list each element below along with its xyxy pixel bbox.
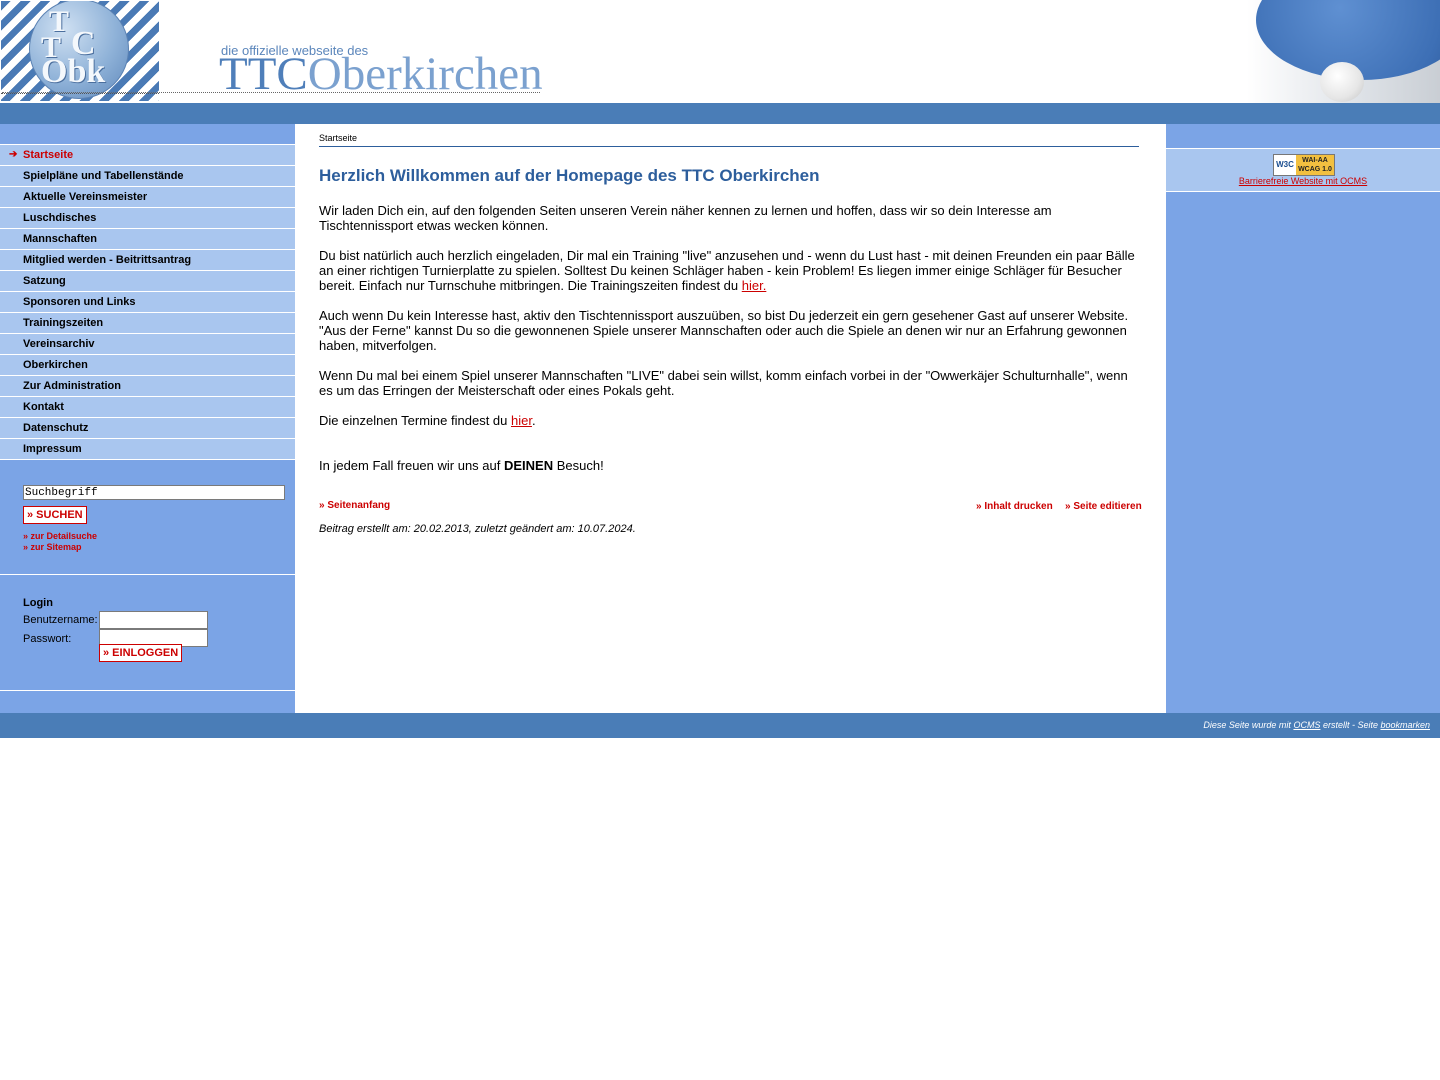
guest-paragraph: Auch wenn Du kein Interesse hast, aktiv … — [319, 308, 1129, 353]
nav-item-label: Mannschaften — [23, 233, 97, 245]
closing-end: Besuch! — [553, 458, 604, 473]
nav-item-mannschaften[interactable]: Mannschaften — [0, 229, 295, 250]
nav-item-administration[interactable]: Zur Administration — [0, 376, 295, 397]
page-top-link[interactable]: » Seitenanfang — [319, 500, 390, 511]
footer-bar: Diese Seite wurde mit OCMS erstellt - Se… — [0, 713, 1440, 738]
training-text: Du bist natürlich auch herzlich eingelad… — [319, 248, 1135, 293]
search-input[interactable] — [23, 485, 285, 500]
bookmark-link[interactable]: bookmarken — [1380, 720, 1430, 730]
nav-item-datenschutz[interactable]: Datenschutz — [0, 418, 295, 439]
detail-search-link[interactable]: » zur Detailsuche — [23, 531, 97, 541]
username-label: Benutzername: — [23, 614, 98, 626]
nav-item-sponsoren[interactable]: Sponsoren und Links — [0, 292, 295, 313]
right-header-strip — [1166, 124, 1440, 149]
search-panel: » SUCHEN » zur Detailsuche » zur Sitemap — [0, 459, 295, 575]
closing-text: In jedem Fall freuen wir uns auf — [319, 458, 504, 473]
password-label: Passwort: — [23, 633, 72, 645]
nav-item-oberkirchen[interactable]: Oberkirchen — [0, 355, 295, 376]
accessibility-link[interactable]: Barrierefreie Website mit OCMS — [1166, 176, 1440, 186]
logo-dotted-line — [1, 93, 159, 94]
login-title: Login — [23, 597, 53, 609]
nav-item-vereinsarchiv[interactable]: Vereinsarchiv — [0, 334, 295, 355]
termine-text: Die einzelnen Termine findest du — [319, 413, 511, 428]
login-button[interactable]: » EINLOGGEN — [99, 644, 183, 662]
main-navigation: ➔ Startseite Spielpläne und Tabellenständ… — [0, 145, 295, 460]
left-sidebar: ➔ Startseite Spielpläne und Tabellenständ… — [0, 124, 295, 713]
club-logo[interactable]: T T C Obk — [1, 1, 159, 101]
site-header: T T C Obk die offizielle webseite des TT… — [0, 0, 1440, 103]
training-paragraph: Du bist natürlich auch herzlich eingelad… — [319, 248, 1141, 293]
wcag-text: WCAG 1.0 — [1298, 166, 1332, 173]
closing-bold: DEINEN — [503, 458, 554, 473]
wai-text: WAI-AA — [1302, 157, 1328, 164]
w3c-logo: W3C — [1276, 160, 1294, 169]
nav-item-label: Startseite — [23, 149, 74, 161]
sitemap-link[interactable]: » zur Sitemap — [23, 542, 82, 552]
footer-text: Diese Seite wurde mit OCMS erstellt - Se… — [1203, 720, 1430, 730]
header-dotted-line — [2, 92, 540, 93]
nav-item-label: Impressum — [23, 443, 82, 455]
nav-item-kontakt[interactable]: Kontakt — [0, 397, 295, 418]
breadcrumb-divider — [319, 146, 1139, 147]
accessibility-box: W3C WAI-AA WCAG 1.0 Barrierefreie Website… — [1166, 149, 1440, 192]
arrow-right-icon: ➔ — [9, 149, 18, 160]
nav-item-impressum[interactable]: Impressum — [0, 439, 295, 460]
footer-mid: erstellt - Seite — [1320, 720, 1381, 730]
training-hier-link[interactable]: hier. — [742, 278, 767, 293]
nav-item-trainingszeiten[interactable]: Trainingszeiten — [0, 313, 295, 334]
closing-paragraph: In jedem Fall freuen wir uns auf DEINEN … — [319, 458, 1141, 473]
nav-item-label: Trainingszeiten — [23, 317, 104, 329]
username-field[interactable] — [99, 611, 208, 629]
page-title: Herzlich Willkommen auf der Homepage des… — [319, 166, 820, 185]
nav-item-spielplaene[interactable]: Spielpläne und Tabellenstände — [0, 166, 295, 187]
nav-item-label: Zur Administration — [23, 380, 121, 392]
breadcrumb[interactable]: Startseite — [319, 133, 357, 143]
edit-page-link[interactable]: » Seite editieren — [1065, 501, 1142, 512]
nav-item-luschdisches[interactable]: Luschdisches — [0, 208, 295, 229]
termine-end: . — [531, 413, 536, 428]
top-bar — [0, 103, 1440, 124]
nav-item-label: Mitglied werden - Beitrittsantrag — [23, 254, 192, 266]
footer-pre: Diese Seite wurde mit — [1203, 720, 1294, 730]
sidebar-header-strip — [0, 124, 295, 145]
nav-item-label: Satzung — [23, 275, 66, 287]
nav-item-label: Kontakt — [23, 401, 64, 413]
wai-aa-badge-icon[interactable]: W3C WAI-AA WCAG 1.0 — [1273, 154, 1335, 176]
print-content-link[interactable]: » Inhalt drucken — [976, 501, 1053, 512]
intro-paragraph: Wir laden Dich ein, auf den folgenden Se… — [319, 203, 1052, 233]
nav-item-vereinsmeister[interactable]: Aktuelle Vereinsmeister — [0, 187, 295, 208]
nav-item-label: Luschdisches — [23, 212, 97, 224]
created-date: Beitrag erstellt am: 20.02.2013, zuletzt… — [319, 523, 636, 535]
nav-item-satzung[interactable]: Satzung — [0, 271, 295, 292]
right-sidebar: W3C WAI-AA WCAG 1.0 Barrierefreie Website… — [1166, 124, 1440, 713]
nav-item-label: Vereinsarchiv — [23, 338, 95, 350]
nav-item-label: Sponsoren und Links — [23, 296, 136, 308]
ocms-link[interactable]: OCMS — [1293, 720, 1320, 730]
nav-item-label: Aktuelle Vereinsmeister — [23, 191, 148, 203]
nav-item-label: Datenschutz — [23, 422, 89, 434]
main-content: Startseite Herzlich Willkommen auf der H… — [296, 124, 1165, 713]
nav-item-label: Oberkirchen — [23, 359, 88, 371]
logo-letters-obk: Obk — [41, 53, 106, 90]
paddle-image — [1230, 0, 1440, 103]
nav-item-startseite[interactable]: ➔ Startseite — [0, 145, 295, 166]
wcag-label: WAI-AA WCAG 1.0 — [1296, 155, 1334, 175]
login-panel: Login Benutzername: Passwort: » EINLOGGE… — [0, 575, 295, 691]
termine-hier-link[interactable]: hier — [511, 413, 532, 428]
nav-item-mitglied-werden[interactable]: Mitglied werden - Beitrittsantrag — [0, 250, 295, 271]
termine-paragraph: Die einzelnen Termine findest du hier. — [319, 413, 1141, 428]
live-paragraph: Wenn Du mal bei einem Spiel unserer Mann… — [319, 368, 1128, 398]
ping-pong-ball — [1320, 62, 1364, 102]
nav-item-label: Spielpläne und Tabellenstände — [23, 170, 184, 182]
search-button[interactable]: » SUCHEN — [23, 506, 87, 524]
